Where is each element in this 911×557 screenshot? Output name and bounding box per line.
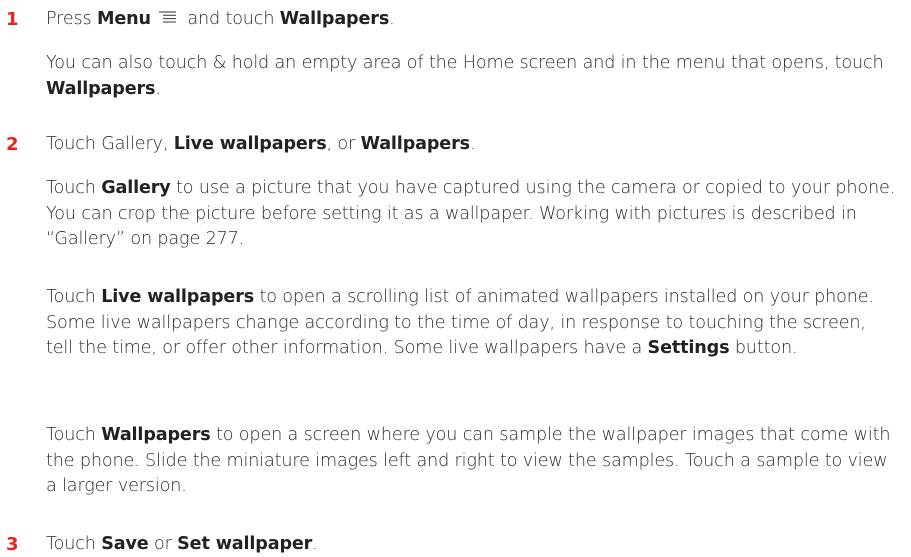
step-1-pre: Press — [46, 9, 97, 29]
live-wallpapers-term: Live wallpapers — [101, 287, 255, 307]
step-3-pre: Touch — [46, 534, 102, 554]
step-3-post: . — [312, 534, 318, 554]
step-1-text: Press Menu and touch Wallpapers. — [46, 7, 395, 32]
instructions-page: 1 Press Menu and touch Wallpapers. You c… — [0, 0, 911, 556]
wallpapers-term: Wallpapers — [46, 78, 156, 99]
step-1-mid: and touch — [181, 9, 280, 29]
set-wallpaper-term: Set wallpaper — [177, 534, 313, 554]
wallpapers-term: Wallpapers — [279, 9, 390, 29]
save-term: Save — [101, 534, 149, 554]
gallery-pre: Touch — [46, 178, 102, 198]
step-1-post: . — [389, 9, 395, 29]
gallery-term: Gallery — [101, 178, 171, 198]
step-2-post: . — [469, 134, 476, 154]
wall-pre: Touch — [46, 425, 102, 445]
step-2-pre: Touch Gallery, — [46, 134, 174, 154]
step-1-note: You can also touch & hold an empty area … — [46, 51, 896, 102]
step-3-mid: or — [148, 534, 178, 554]
live-wallpapers-paragraph: Touch Live wallpapers to open a scrollin… — [46, 285, 896, 362]
menu-term: Menu — [97, 9, 151, 29]
step-1-note-text: You can also touch & hold an empty area … — [46, 53, 884, 73]
step-number-1: 1 — [6, 9, 19, 30]
wallpapers-paragraph: Touch Wallpapers to open a screen where … — [46, 423, 896, 500]
settings-term: Settings — [647, 338, 730, 358]
live-wallpapers-term: Live wallpapers — [173, 134, 327, 154]
gallery-paragraph: Touch Gallery to use a picture that you … — [46, 176, 896, 253]
step-number-3: 3 — [6, 534, 19, 555]
step-2-text: Touch Gallery, Live wallpapers, or Wallp… — [46, 132, 476, 157]
live-pre: Touch — [46, 287, 102, 307]
step-1-note-post: . — [155, 78, 161, 99]
step-number-2: 2 — [6, 134, 19, 155]
gallery-text: to use a picture that you have captured … — [46, 178, 896, 249]
step-3-text: Touch Save or Set wallpaper. — [46, 532, 318, 557]
menu-icon — [158, 11, 176, 23]
step-2-mid: , or — [326, 134, 361, 154]
wallpapers-term: Wallpapers — [360, 134, 471, 154]
wallpapers-term: Wallpapers — [101, 425, 211, 445]
live-post: button. — [729, 338, 798, 358]
